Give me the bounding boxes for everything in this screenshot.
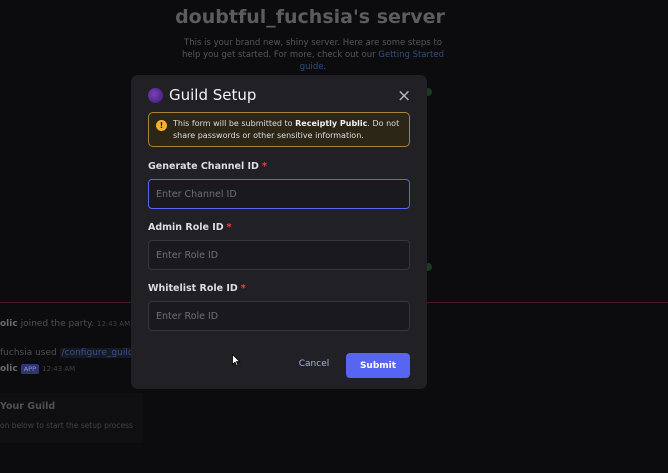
server-welcome-text: This is your brand new, shiny server. He… <box>178 37 448 73</box>
warning-text-prefix: This form will be submitted to <box>173 119 296 128</box>
app-avatar-icon <box>148 88 163 103</box>
close-icon[interactable]: × <box>397 88 411 105</box>
required-mark: * <box>240 283 246 294</box>
guild-setup-modal: Guild Setup × ! This form will be submit… <box>131 75 427 389</box>
message-author[interactable]: olic <box>0 319 18 329</box>
channel-id-label: Generate Channel ID * <box>148 161 267 172</box>
server-welcome-end: . <box>323 62 327 72</box>
message-join: olic joined the party. 12:43 AM <box>0 319 130 329</box>
channel-id-label-text: Generate Channel ID <box>148 161 259 172</box>
warning-text: This form will be submitted to Receiptly… <box>173 118 405 142</box>
admin-role-input[interactable] <box>148 240 410 270</box>
cancel-button[interactable]: Cancel <box>290 355 338 373</box>
message-time: 12:43 AM <box>42 365 76 373</box>
message-app: olic APP 12:43 AM <box>0 364 75 374</box>
warning-notice: ! This form will be submitted to Receipt… <box>148 112 410 147</box>
whitelist-role-label: Whitelist Role ID * <box>148 283 246 294</box>
command-name[interactable]: /configure_guild <box>59 348 136 358</box>
guild-embed-title: Your Guild <box>0 401 56 412</box>
server-title: doubtful_fuchsia's server <box>175 6 445 28</box>
whitelist-role-label-text: Whitelist Role ID <box>148 283 238 294</box>
app-badge: APP <box>20 364 39 374</box>
command-user: fuchsia used <box>0 348 60 358</box>
warning-app-name: Receiptly Public <box>295 119 368 128</box>
message-text: joined the party. <box>17 319 94 329</box>
modal-title: Guild Setup <box>169 86 257 104</box>
required-mark: * <box>226 222 232 233</box>
required-mark: * <box>261 161 267 172</box>
channel-id-input[interactable] <box>148 179 410 209</box>
message-time: 12:43 AM <box>96 320 131 328</box>
admin-role-label: Admin Role ID * <box>148 222 232 233</box>
whitelist-role-input[interactable] <box>148 301 410 331</box>
warning-icon: ! <box>156 120 167 131</box>
mouse-pointer-icon <box>232 354 241 367</box>
message-command-used: fuchsia used /configure_guild <box>0 348 136 358</box>
admin-role-label-text: Admin Role ID <box>148 222 224 233</box>
message-author[interactable]: olic <box>0 364 18 374</box>
submit-button[interactable]: Submit <box>346 353 410 378</box>
guild-embed-text: on below to start the setup process <box>0 421 133 430</box>
